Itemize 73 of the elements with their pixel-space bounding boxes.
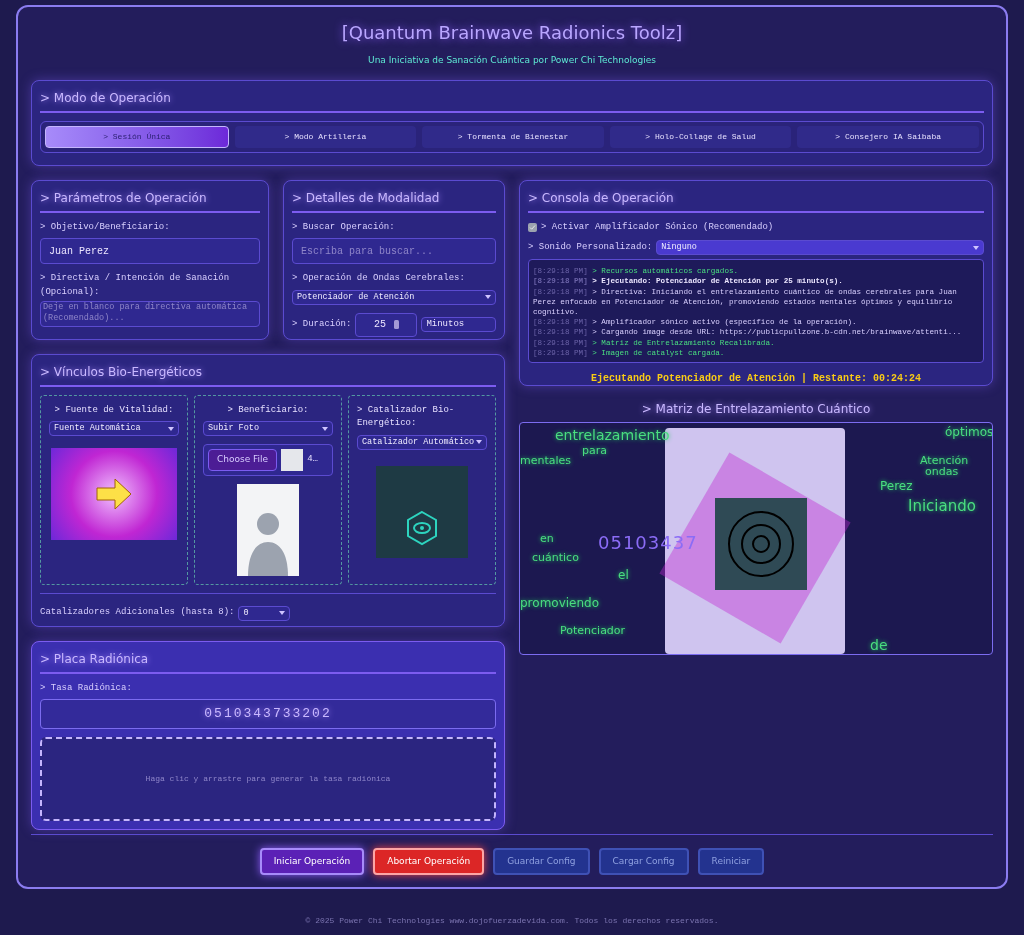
- footer-text: © 2025 Power Chi Technologies www.dojofuerzadevida.com. Todos los derechos reservados.: [305, 915, 719, 927]
- directive-textarea[interactable]: Deje en blanco para directiva automática (Recomendado)...: [40, 301, 260, 327]
- app-title: [Quantum Brainwave Radionics Toolz]: [340, 21, 684, 45]
- field-label: > Buscar Operación:: [292, 220, 396, 234]
- dropdown[interactable]: 0: [238, 605, 291, 621]
- spinner-icon: [393, 320, 399, 329]
- field-label: Catalizadores Adicionales (hasta 8):: [40, 606, 235, 620]
- arrow-icon: [96, 478, 132, 510]
- field-label: > Operación de Ondas Cerebrales:: [292, 272, 466, 285]
- dropdown[interactable]: Ninguno: [656, 240, 984, 255]
- panel-title: > Placa Radiónica: [40, 649, 496, 674]
- target-input[interactable]: Juan Perez: [40, 238, 260, 264]
- rate-display: 0510343733202: [40, 699, 496, 729]
- floating-word: promoviendo: [520, 594, 600, 612]
- action-button[interactable]: Guardar Config: [493, 848, 590, 875]
- dropdown[interactable]: Subir Foto: [203, 421, 333, 436]
- check-icon: [529, 223, 536, 231]
- file-name: 4…: [307, 453, 318, 467]
- field-label: > Tasa Radiónica:: [40, 681, 133, 695]
- panel-title: > Vínculos Bio-Energéticos: [40, 362, 496, 387]
- floating-word: de: [870, 635, 888, 654]
- floating-word: Perez: [880, 477, 913, 495]
- floating-word: para: [582, 442, 607, 459]
- action-button[interactable]: Abortar Operación: [373, 848, 485, 875]
- mode-tab[interactable]: > Tormenta de Bienestar: [422, 125, 604, 148]
- caret-icon: [485, 295, 491, 299]
- choose-file-button[interactable]: Choose File: [208, 449, 278, 471]
- panel-title: > Detalles de Modalidad: [292, 188, 496, 213]
- floating-word: Potenciador: [560, 622, 626, 639]
- field-label: > Duración:: [292, 317, 352, 331]
- floating-word: cuántico: [532, 549, 579, 566]
- floating-word: el: [618, 566, 629, 584]
- floating-word: óptimos: [945, 423, 992, 441]
- action-button[interactable]: Reiniciar: [697, 848, 765, 875]
- app-subtitle: Una Iniciativa de Sanación Cuántica por Power Chi Technologies: [367, 54, 657, 67]
- panel-title: > Consola de Operación: [528, 188, 984, 213]
- status-text: Ejecutando Potenciador de Atención | Restante: 00:24:24: [589, 372, 923, 386]
- mode-tab[interactable]: > Consejero IA Saibaba: [797, 125, 979, 148]
- search-field[interactable]: Escriba para buscar...: [292, 238, 496, 264]
- floating-word: Atención: [920, 452, 969, 467]
- dropdown[interactable]: Fuente Automática: [49, 421, 179, 436]
- photo-thumbnail: [281, 449, 304, 471]
- matrix-title: > Matriz de Entrelazamiento Cuántico: [640, 400, 872, 418]
- caret-icon: [168, 426, 174, 431]
- field-label: > Directiva / Intención de Sanación (Opcional):: [40, 272, 231, 299]
- caret-icon: [322, 426, 328, 431]
- panel-title: > Parámetros de Operación: [40, 188, 260, 213]
- caret-icon: [279, 611, 286, 615]
- field-label: > Objetivo/Beneficiario:: [40, 220, 171, 234]
- card-label: > Fuente de Vitalidad:: [54, 403, 174, 417]
- dropdown[interactable]: Potenciador de Atención: [292, 289, 496, 305]
- card-label: > Beneficiario:: [227, 403, 309, 417]
- amplifier-checkbox[interactable]: [528, 222, 537, 232]
- unit-field[interactable]: Minutos: [421, 317, 496, 332]
- floating-word: Iniciando: [908, 495, 976, 517]
- duration-input[interactable]: 25: [355, 312, 418, 337]
- field-label: > Sonido Personalizado:: [528, 240, 653, 254]
- target-icon: [715, 497, 807, 590]
- field-label: > Activar Amplificador Sónico (Recomendado): [541, 220, 774, 234]
- rate-pad[interactable]: Haga clic y arrastre para generar la tasa radiónica: [40, 737, 496, 821]
- action-button[interactable]: Cargar Config: [598, 848, 689, 875]
- panel-title: > Modo de Operación: [40, 88, 984, 113]
- floating-word: ondas: [925, 464, 959, 480]
- hexagon-eye-icon: [405, 509, 439, 546]
- floating-word: mentales: [520, 452, 572, 469]
- mode-tab[interactable]: > Holo-Collage de Salud: [609, 125, 792, 148]
- caret-icon: [476, 440, 482, 444]
- floating-word: en: [540, 530, 554, 547]
- card-label: > Catalizador Bio-Energético:: [357, 403, 456, 430]
- action-button[interactable]: Iniciar Operación: [259, 848, 365, 875]
- dropdown[interactable]: Catalizador Automático: [357, 434, 487, 450]
- caret-icon: [973, 245, 979, 250]
- mode-tab[interactable]: > Modo Artillería: [234, 125, 417, 148]
